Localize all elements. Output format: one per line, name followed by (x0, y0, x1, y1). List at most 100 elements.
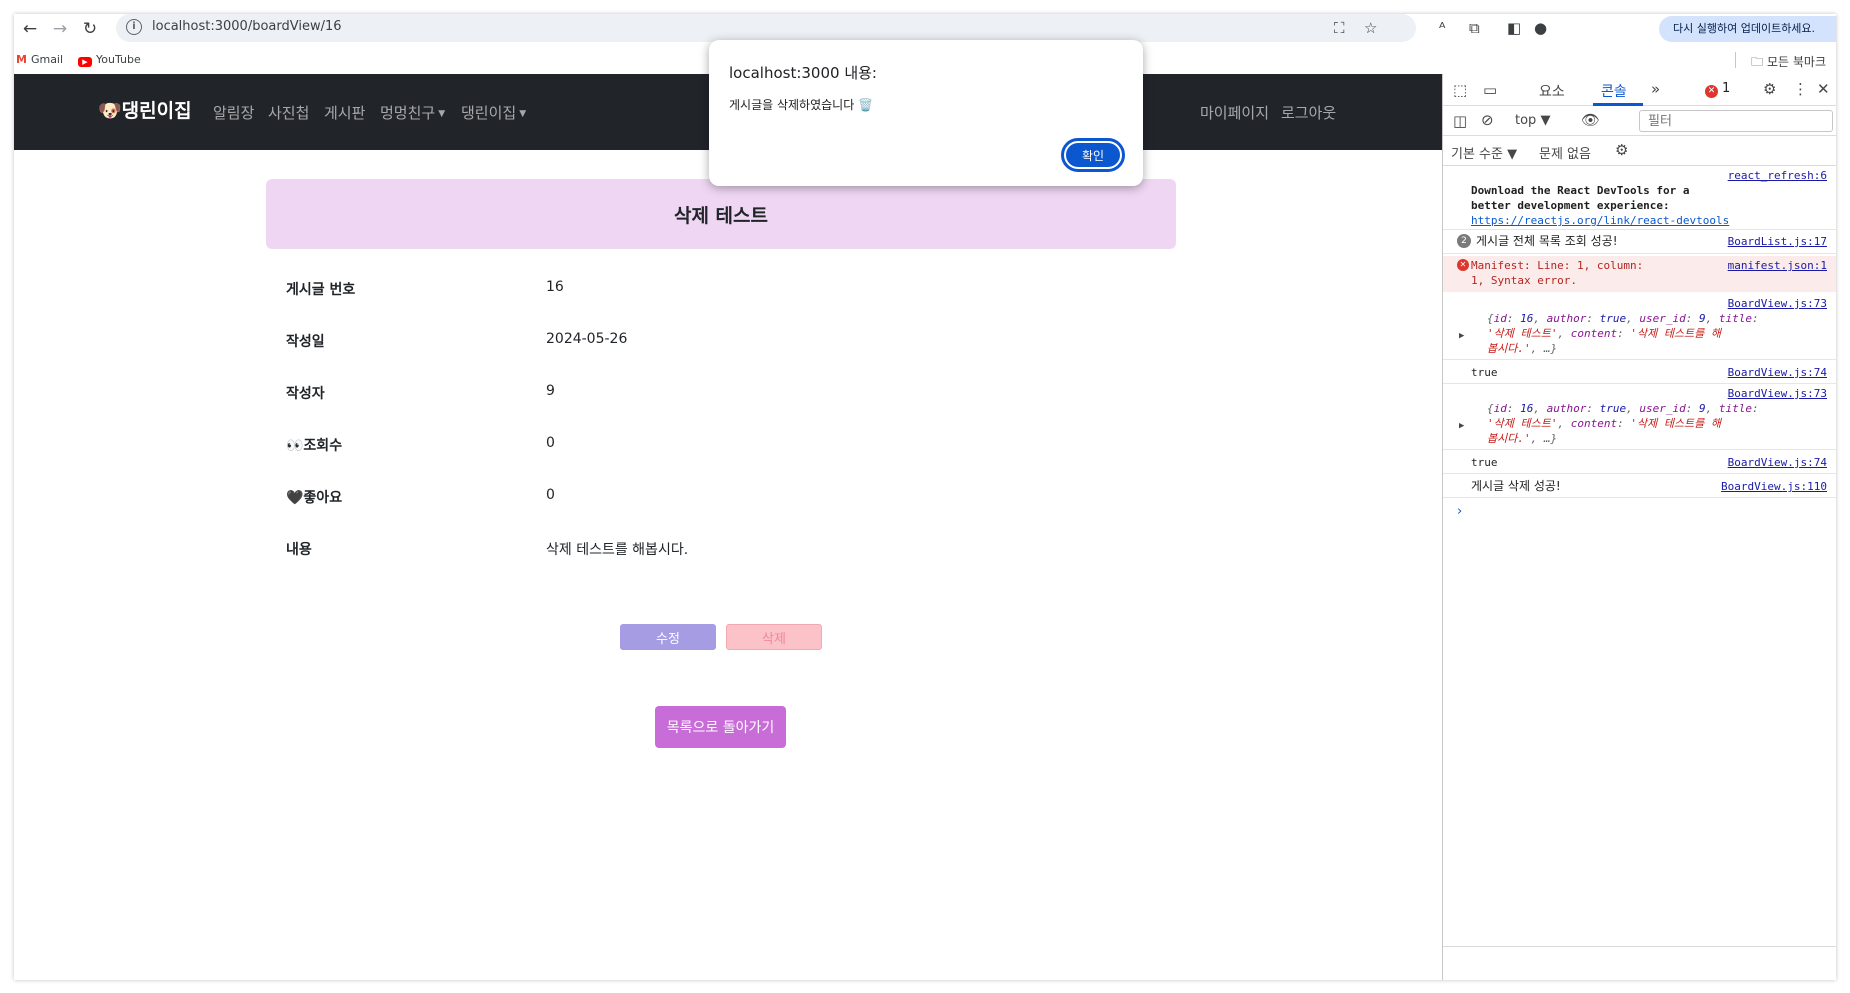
all-bookmarks-button[interactable]: 🗀 모든 북마크 (1751, 53, 1826, 74)
row-value: 2024-05-26 (546, 331, 628, 347)
read-aloud-icon[interactable]: ᴬ (1439, 19, 1445, 37)
nav-item-album[interactable]: 사진첩 (268, 102, 309, 123)
live-expression-eye-icon[interactable]: 👁 (1581, 111, 1600, 129)
post-row-content: 내용 삭제 테스트를 해봅시다. (286, 539, 1086, 563)
nav-item-mypage[interactable]: 마이페이지 (1200, 102, 1269, 123)
nav-item-friends-dropdown[interactable]: 멍멍친구 ▼ (380, 102, 445, 123)
site-info-icon[interactable]: i (126, 19, 142, 35)
expand-triangle-icon[interactable]: ▶ (1459, 419, 1464, 434)
source-link[interactable]: BoardView.js:73 (1728, 296, 1827, 311)
extensions-icon[interactable]: ⧉ (1469, 19, 1480, 37)
error-icon: ✕ (1705, 85, 1718, 98)
source-link[interactable]: BoardView.js:73 (1728, 386, 1827, 401)
console-prompt-icon[interactable]: › (1457, 504, 1462, 519)
bookmark-youtube[interactable]: ▶ YouTube (78, 53, 141, 67)
row-label: 내용 (286, 542, 312, 558)
edit-button[interactable]: 수정 (620, 624, 716, 650)
folder-icon: 🗀 (1751, 55, 1767, 69)
devtools-drawer-bar (1443, 946, 1836, 980)
reload-icon[interactable]: ↻ (78, 17, 102, 41)
post-title-box: 삭제 테스트 (266, 179, 1176, 249)
console-filter-input[interactable] (1639, 110, 1833, 132)
context-selector[interactable]: top ▼ (1515, 113, 1550, 128)
log-text: better development experience: (1471, 199, 1670, 212)
error-count: 1 (1722, 81, 1731, 96)
all-bookmarks-label: 모든 북마크 (1766, 55, 1826, 69)
nav-item-notice[interactable]: 알림장 (213, 102, 254, 123)
inspect-element-icon[interactable]: ⬚ (1453, 81, 1467, 99)
more-options-icon[interactable]: ⋮ (1793, 80, 1808, 98)
url-text[interactable]: localhost:3000/boardView/16 (152, 19, 342, 34)
log-text: Download the React DevTools for a (1471, 184, 1690, 197)
obj-key: title (1718, 402, 1752, 415)
error-icon: ✕ (1457, 259, 1469, 271)
alert-title: localhost:3000 내용: (729, 64, 877, 82)
console-entry: BoardView.js:73 {id: 16, author: true, u… (1443, 296, 1836, 360)
object-preview[interactable]: {id: 16, author: true, user_id: 9, title… (1487, 401, 1759, 416)
back-arrow-icon[interactable]: ← (18, 17, 42, 41)
obj-value: '삭제 테스트' (1487, 417, 1558, 430)
source-link[interactable]: BoardView.js:74 (1728, 455, 1827, 470)
side-panel-icon[interactable]: ◧ (1507, 19, 1521, 37)
nav-item-board[interactable]: 게시판 (324, 102, 365, 123)
object-preview-line: 봅시다.', …} (1487, 431, 1557, 446)
console-entry: BoardView.js:73 {id: 16, author: true, u… (1443, 386, 1836, 450)
brand-logo[interactable]: 🐶댕린이집 (98, 96, 192, 123)
obj-key: title (1718, 312, 1752, 325)
obj-value: 9 (1698, 312, 1706, 325)
source-link[interactable]: BoardView.js:74 (1728, 365, 1827, 380)
device-toolbar-icon[interactable]: ▭ (1483, 81, 1497, 99)
source-link[interactable]: manifest.json:1 (1728, 258, 1827, 273)
brace: { (1487, 312, 1494, 325)
back-to-list-button[interactable]: 목록으로 돌아가기 (655, 706, 786, 748)
console-entry: true BoardView.js:74 (1443, 452, 1836, 474)
bookmark-label: Gmail (30, 53, 64, 66)
tab-elements[interactable]: 요소 (1539, 81, 1565, 101)
source-link[interactable]: BoardList.js:17 (1728, 234, 1827, 249)
object-preview-line: '삭제 테스트', content: '삭제 테스트를 해 (1487, 327, 1722, 340)
issues-status[interactable]: 문제 없음 (1539, 143, 1591, 162)
settings-gear-icon[interactable]: ⚙ (1763, 80, 1776, 98)
console-error-entry: ✕ Manifest: Line: 1, column: 1, Syntax e… (1443, 256, 1836, 292)
row-label: 👀조회수 (286, 438, 343, 454)
post-row-views: 👀조회수 0 (286, 435, 1086, 459)
translate-icon[interactable]: ⛶ (1334, 19, 1345, 37)
log-text: true (1471, 456, 1498, 469)
obj-key: user_id (1639, 402, 1686, 415)
source-link[interactable]: BoardView.js:110 (1721, 479, 1827, 494)
log-text: 1, Syntax error. (1471, 274, 1577, 287)
bookmarks-divider (1735, 52, 1736, 68)
browser-window: ← → ↻ i localhost:3000/boardView/16 ⛶ ☆ … (14, 14, 1836, 980)
tab-console[interactable]: 콘솔 (1601, 81, 1627, 101)
source-link[interactable]: react_refresh:6 (1728, 168, 1827, 183)
row-value: 0 (546, 435, 555, 451)
sidebar-toggle-icon[interactable]: ◫ (1453, 112, 1467, 130)
devtools-tabbar: ⬚ ▭ 요소 콘솔 » ✕ 1 ⚙ ⋮ ✕ (1443, 74, 1836, 106)
obj-value: 16 (1520, 402, 1534, 415)
nav-item-label: 댕린이집 (461, 104, 517, 122)
nav-item-daycare-dropdown[interactable]: 댕린이집 ▼ (461, 102, 526, 123)
expand-triangle-icon[interactable]: ▶ (1459, 329, 1464, 344)
error-count-badge[interactable]: ✕ 1 (1705, 81, 1730, 98)
bookmark-star-icon[interactable]: ☆ (1364, 19, 1377, 37)
update-chrome-button[interactable]: 다시 실행하여 업데이트하세요. (1659, 16, 1836, 42)
close-icon[interactable]: ✕ (1817, 80, 1830, 98)
url-field[interactable]: i localhost:3000/boardView/16 ⛶ ☆ (116, 14, 1416, 42)
post-row-author: 작성자 9 (286, 383, 1086, 407)
clear-console-icon[interactable]: ⊘ (1481, 111, 1494, 129)
object-preview[interactable]: {id: 16, author: true, user_id: 9, title… (1487, 311, 1759, 326)
obj-value: 봅시다.' (1487, 432, 1531, 445)
delete-button[interactable]: 삭제 (726, 624, 822, 650)
post-row-date: 작성일 2024-05-26 (286, 331, 1086, 355)
more-tabs-icon[interactable]: » (1651, 80, 1660, 98)
obj-value: true (1599, 402, 1627, 415)
forward-arrow-icon[interactable]: → (48, 17, 72, 41)
bookmark-gmail[interactable]: M Gmail (16, 53, 63, 66)
nav-item-label: 멍멍친구 (380, 104, 436, 122)
nav-item-logout[interactable]: 로그아웃 (1281, 102, 1336, 123)
profile-avatar-icon[interactable]: ● (1534, 19, 1547, 37)
alert-ok-button[interactable]: 확인 (1061, 138, 1125, 172)
log-level-dropdown[interactable]: 기본 수준 ▼ (1451, 143, 1517, 162)
react-devtools-link[interactable]: https://reactjs.org/link/react-devtools (1471, 213, 1729, 228)
console-settings-gear-icon[interactable]: ⚙ (1615, 141, 1628, 159)
